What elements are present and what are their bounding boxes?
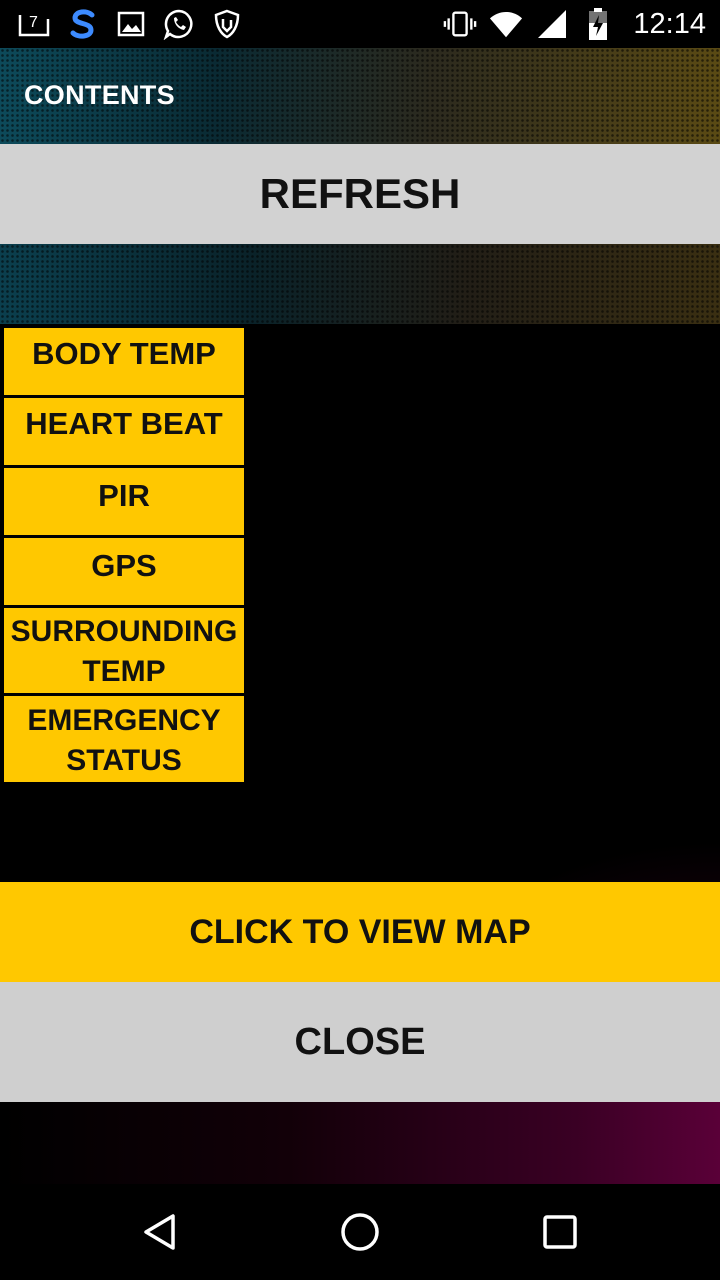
refresh-button[interactable]: REFRESH — [0, 144, 720, 244]
bottom-background — [0, 1102, 720, 1184]
clock: 12:14 — [633, 7, 706, 40]
s-app-icon — [66, 7, 100, 41]
notification-count-icon: 7 — [18, 7, 52, 41]
recent-apps-icon[interactable] — [536, 1208, 584, 1256]
surrounding-temp-line2: TEMP — [82, 655, 166, 688]
surrounding-temp-button[interactable]: SURROUNDING TEMP — [4, 608, 244, 693]
emergency-status-button[interactable]: EMERGENCY STATUS — [4, 696, 244, 782]
surrounding-temp-line1: SURROUNDING — [10, 615, 238, 648]
shield-hand-icon — [210, 7, 244, 41]
battery-charging-icon — [581, 7, 615, 41]
notification-badge: 7 — [29, 14, 38, 31]
body-temp-button[interactable]: BODY TEMP — [4, 328, 244, 395]
sensor-menu: BODY TEMP HEART BEAT PIR GPS SURROUNDING… — [4, 328, 244, 785]
app-header: CONTENTS — [0, 48, 720, 144]
back-icon[interactable] — [136, 1208, 184, 1256]
view-map-button[interactable]: CLICK TO VIEW MAP — [0, 882, 720, 982]
home-icon[interactable] — [336, 1208, 384, 1256]
vibrate-icon — [443, 7, 477, 41]
image-icon — [114, 7, 148, 41]
pir-button[interactable]: PIR — [4, 468, 244, 535]
decorative-band — [0, 244, 720, 324]
gps-button[interactable]: GPS — [4, 538, 244, 605]
whatsapp-icon — [162, 7, 196, 41]
status-bar: 7 12:14 — [0, 0, 720, 48]
wifi-icon — [489, 7, 523, 41]
emergency-status-line2: STATUS — [66, 744, 182, 777]
signal-icon — [535, 7, 569, 41]
close-button[interactable]: CLOSE — [0, 982, 720, 1102]
heart-beat-button[interactable]: HEART BEAT — [4, 398, 244, 465]
navigation-bar — [0, 1184, 720, 1280]
emergency-status-line1: EMERGENCY — [27, 704, 221, 737]
page-title: CONTENTS — [24, 80, 175, 110]
